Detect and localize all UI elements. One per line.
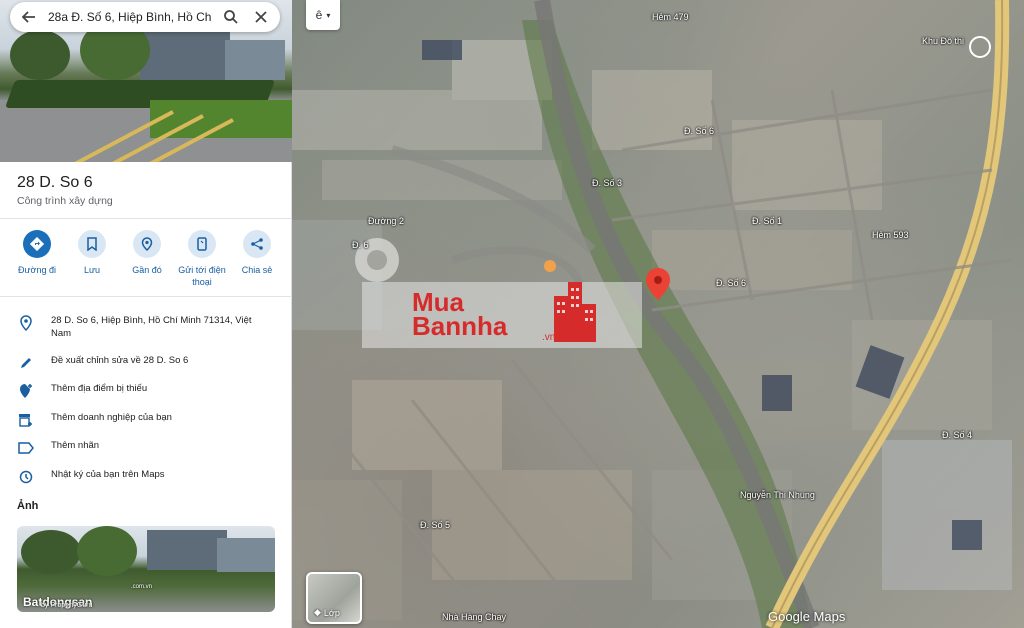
photo-watermark-domain: .com.vn [131, 584, 153, 590]
address-row[interactable]: 28 D. So 6, Hiệp Bình, Hồ Chí Minh 71314… [0, 314, 292, 342]
place-category[interactable]: Công trình xây dựng [17, 195, 113, 207]
send-to-phone-button[interactable]: Gửi tới điện thoại [177, 230, 227, 288]
location-icon [17, 314, 35, 332]
share-icon [251, 238, 263, 250]
map-label-d-so-1: Đ. Số 1 [752, 216, 783, 226]
nearby-button[interactable]: Gần đó [122, 230, 172, 288]
share-label: Chia sẻ [241, 265, 273, 275]
nearby-icon [141, 237, 153, 251]
action-bar: Đường đi Lưu Gần đó Gửi tới điện thoại C… [12, 230, 282, 288]
watermark-building-logo [554, 282, 596, 342]
bookmark-icon [87, 237, 97, 251]
map-label-hem-593: Hẻm 593 [872, 230, 909, 240]
search-bar[interactable]: 28a Đ. Số 6, Hiệp Bình, Hồ Chí [10, 2, 280, 32]
back-arrow-icon[interactable] [18, 6, 40, 28]
directions-label: Đường đi [18, 265, 56, 275]
maps-history-row[interactable]: Nhật ký của bạn trên Maps [0, 468, 292, 484]
divider [0, 296, 292, 297]
address-text: 28 D. So 6, Hiệp Bình, Hồ Chí Minh 71314… [51, 315, 252, 339]
maps-history-text: Nhật ký của bạn trên Maps [51, 469, 165, 480]
edit-icon [17, 354, 35, 372]
save-label: Lưu [83, 265, 101, 275]
place-photo[interactable]: Batdongsan .com.vn by PropertyGuru [17, 526, 275, 612]
suggest-edit-text: Đề xuất chỉnh sửa về 28 D. So 6 [51, 355, 189, 366]
map-label-khu-do-thi: Khu Đô thị [922, 36, 965, 46]
watermark-text: Mua Bannha [412, 289, 508, 341]
layers-icon: ◆ [314, 607, 321, 617]
map-label-d-so-4: Đ. Số 4 [942, 430, 973, 440]
map-label-d-so-5: Đ. Số 5 [420, 520, 451, 530]
map-label-nguyen-thi-nhung: Nguyễn Thị Nhung [740, 490, 815, 500]
add-label-row[interactable]: Thêm nhãn [0, 439, 292, 455]
storefront-icon [17, 411, 35, 429]
label-icon [17, 439, 35, 457]
place-title: 28 D. So 6 [17, 174, 93, 191]
add-missing-place-row[interactable]: Thêm địa điểm bị thiếu [0, 382, 292, 398]
add-missing-place-text: Thêm địa điểm bị thiếu [51, 383, 148, 394]
phone-icon [197, 237, 207, 251]
map-attribution: Google Maps [768, 609, 846, 624]
share-button[interactable]: Chia sẻ [232, 230, 282, 288]
close-icon[interactable] [250, 6, 272, 28]
layers-button[interactable]: ◆ Lớp [306, 572, 362, 624]
add-location-icon [17, 382, 35, 400]
nearby-label: Gần đó [132, 265, 162, 275]
map-label-d-so-6-b: Đ. Số 6 [716, 278, 747, 288]
search-icon[interactable] [220, 6, 242, 28]
add-business-row[interactable]: Thêm doanh nghiệp của bạn [0, 411, 292, 427]
send-to-phone-label: Gửi tới điện thoại [178, 265, 226, 287]
add-business-text: Thêm doanh nghiệp của bạn [51, 412, 172, 423]
photo-watermark-sub: by PropertyGuru [41, 602, 93, 609]
map-label-hem479: Hẻm 479 [652, 12, 689, 22]
directions-button[interactable]: Đường đi [12, 230, 62, 288]
map-label-d-so-6-a: Đ. Số 6 [684, 126, 715, 136]
map-label-duong-2: Đường 2 [368, 216, 404, 226]
layers-label: Lớp [323, 607, 340, 618]
save-button[interactable]: Lưu [67, 230, 117, 288]
directions-icon [30, 237, 44, 251]
map-label-nha-hang-chay: Nhà Hàng Chay [442, 612, 507, 622]
chevron-down-icon: ▾ [326, 10, 331, 20]
map-label-duong-6: Đ. 6 [352, 240, 369, 250]
search-input[interactable]: 28a Đ. Số 6, Hiệp Bình, Hồ Chí [48, 10, 212, 24]
compass-icon[interactable] [969, 36, 991, 58]
place-panel: 28a Đ. Số 6, Hiệp Bình, Hồ Chí 28 D. So … [0, 0, 292, 628]
divider [0, 218, 292, 219]
add-label-text: Thêm nhãn [51, 440, 100, 451]
history-icon [17, 468, 35, 486]
map-label-d-so-3: Đ. Số 3 [592, 178, 623, 188]
photos-title: Ảnh [17, 500, 39, 512]
layer-type-toggle[interactable]: ê ▾ [306, 0, 340, 30]
layer-toggle-label: ê [315, 8, 323, 22]
watermark-line2: Bannha [412, 311, 508, 341]
suggest-edit-row[interactable]: Đề xuất chỉnh sửa về 28 D. So 6 [0, 354, 292, 370]
